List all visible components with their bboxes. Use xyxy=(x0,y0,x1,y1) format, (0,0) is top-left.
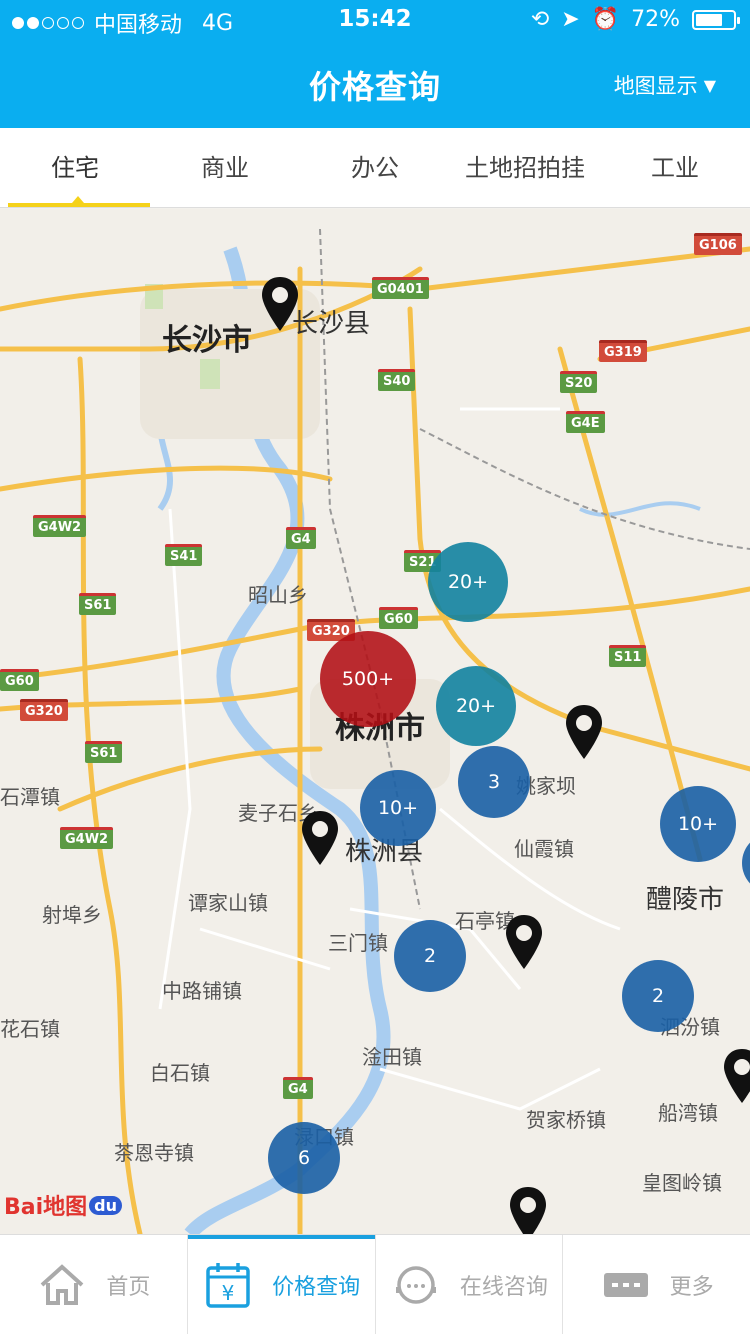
place-label: 昭山乡 xyxy=(248,583,308,607)
map-pin-icon[interactable] xyxy=(508,1185,548,1234)
tab-office[interactable]: 办公 xyxy=(300,128,450,207)
road-shield: G4W2 xyxy=(60,827,114,849)
nav-more[interactable]: 更多 xyxy=(563,1235,750,1334)
map-pin-icon[interactable] xyxy=(260,275,300,333)
tab-residential[interactable]: 住宅 xyxy=(0,128,150,207)
road-shield: S20 xyxy=(560,371,598,393)
road-shield: S41 xyxy=(165,544,203,566)
road-shield: G0401 xyxy=(372,277,429,299)
place-label: 淦田镇 xyxy=(362,1045,422,1069)
place-label: 白石镇 xyxy=(150,1061,210,1085)
tab-commercial[interactable]: 商业 xyxy=(150,128,300,207)
baidu-paw-icon: du xyxy=(89,1195,122,1215)
rotation-lock-icon: ⟲ xyxy=(530,7,550,32)
battery-icon xyxy=(692,9,740,30)
chat-headset-icon xyxy=(395,1265,436,1304)
nav-label: 价格查询 xyxy=(272,1274,361,1300)
road-shield: S61 xyxy=(79,593,117,615)
place-label: 皇图岭镇 xyxy=(642,1171,722,1195)
top-bar: 中国移动 4G 15:42 ⟲ ➤ ⏰ 72% 价格查询 地图显示 ▼ xyxy=(0,0,750,128)
tab-land-auction[interactable]: 土地招拍挂 xyxy=(450,128,600,207)
price-cluster[interactable]: 2 xyxy=(622,960,694,1032)
place-label: 长沙县 xyxy=(292,309,371,339)
place-label: 茶恩寺镇 xyxy=(114,1141,194,1165)
map-view[interactable]: 长沙市 长沙县 株洲市 株洲县 醴陵市 昭山乡 麦子石乡 姚家坝 仙霞镇 谭家山… xyxy=(0,209,750,1234)
road-shield: G60 xyxy=(379,607,418,629)
place-label: 三门镇 xyxy=(328,931,388,955)
price-cluster[interactable]: 6 xyxy=(268,1122,340,1194)
tab-label: 商业 xyxy=(201,154,249,182)
nav-label: 首页 xyxy=(106,1274,151,1300)
place-label: 醴陵市 xyxy=(646,885,725,915)
map-pin-icon[interactable] xyxy=(300,809,340,867)
map-pin-icon[interactable] xyxy=(722,1047,750,1105)
tab-indicator xyxy=(8,203,150,207)
bottom-nav: 首页 ¥ 价格查询 在线咨询 更多 xyxy=(0,1234,750,1334)
map-display-label: 地图显示 xyxy=(613,74,698,98)
category-tabs: 住宅 商业 办公 土地招拍挂 工业 xyxy=(0,128,750,208)
place-label: 石潭镇 xyxy=(0,785,60,809)
nav-home[interactable]: 首页 xyxy=(0,1235,188,1334)
road-shield: S40 xyxy=(378,369,416,391)
road-shield: G106 xyxy=(694,233,742,255)
nav-label: 在线咨询 xyxy=(459,1274,548,1300)
nav-price-query[interactable]: ¥ 价格查询 xyxy=(187,1235,376,1334)
road-shield: G4 xyxy=(283,1077,313,1099)
road-shield: G4E xyxy=(566,411,605,433)
road-shield: G320 xyxy=(20,699,68,721)
map-pin-icon[interactable] xyxy=(564,703,604,761)
place-label: 仙霞镇 xyxy=(514,837,574,861)
price-cluster[interactable]: 20+ xyxy=(436,666,516,746)
tab-label: 住宅 xyxy=(51,154,99,182)
baidu-map-logo: Bai地图 du xyxy=(4,1189,122,1221)
svg-text:¥: ¥ xyxy=(222,1281,235,1305)
price-cluster[interactable]: 20+ xyxy=(428,542,508,622)
road-shield: G60 xyxy=(0,669,39,691)
place-label: 长沙市 xyxy=(162,323,252,358)
tab-industrial[interactable]: 工业 xyxy=(600,128,750,207)
tab-label: 土地招拍挂 xyxy=(465,154,585,182)
home-icon xyxy=(41,1263,84,1305)
price-cluster[interactable]: 10+ xyxy=(660,786,736,862)
road-shield: S61 xyxy=(85,741,123,763)
price-cluster[interactable]: 2 xyxy=(394,920,466,992)
place-label: 中路铺镇 xyxy=(162,979,242,1003)
price-cluster[interactable]: 500+ xyxy=(320,631,416,727)
baidu-logo-text: Bai地图 xyxy=(4,1195,88,1220)
road-shield: G4W2 xyxy=(33,515,87,537)
tab-label: 工业 xyxy=(651,154,699,182)
map-display-toggle[interactable]: 地图显示 ▼ xyxy=(614,70,716,100)
price-cluster[interactable]: 10+ xyxy=(360,770,436,846)
alarm-icon: ⏰ xyxy=(591,7,620,32)
tab-label: 办公 xyxy=(351,154,399,182)
status-bar: 中国移动 4G 15:42 ⟲ ➤ ⏰ 72% xyxy=(0,0,750,40)
place-label: 花石镇 xyxy=(0,1017,60,1041)
tab-indicator-caret xyxy=(72,196,84,203)
battery-percent: 72% xyxy=(631,7,680,32)
road-shield: S11 xyxy=(609,645,647,667)
more-icon xyxy=(603,1272,648,1297)
place-label: 射埠乡 xyxy=(42,903,102,927)
triangle-down-icon: ▼ xyxy=(703,75,716,95)
place-label: 贺家桥镇 xyxy=(526,1108,606,1132)
price-cluster[interactable]: 3 xyxy=(458,746,530,818)
map-pin-icon[interactable] xyxy=(504,913,544,971)
place-label: 船湾镇 xyxy=(658,1101,718,1125)
price-calendar-icon: ¥ xyxy=(206,1262,250,1308)
road-shield: G4 xyxy=(286,527,316,549)
nav-label: 更多 xyxy=(669,1274,714,1300)
road-shield: G319 xyxy=(599,340,647,362)
location-icon: ➤ xyxy=(561,7,580,32)
nav-online-consult[interactable]: 在线咨询 xyxy=(376,1235,564,1334)
place-label: 谭家山镇 xyxy=(188,891,268,915)
